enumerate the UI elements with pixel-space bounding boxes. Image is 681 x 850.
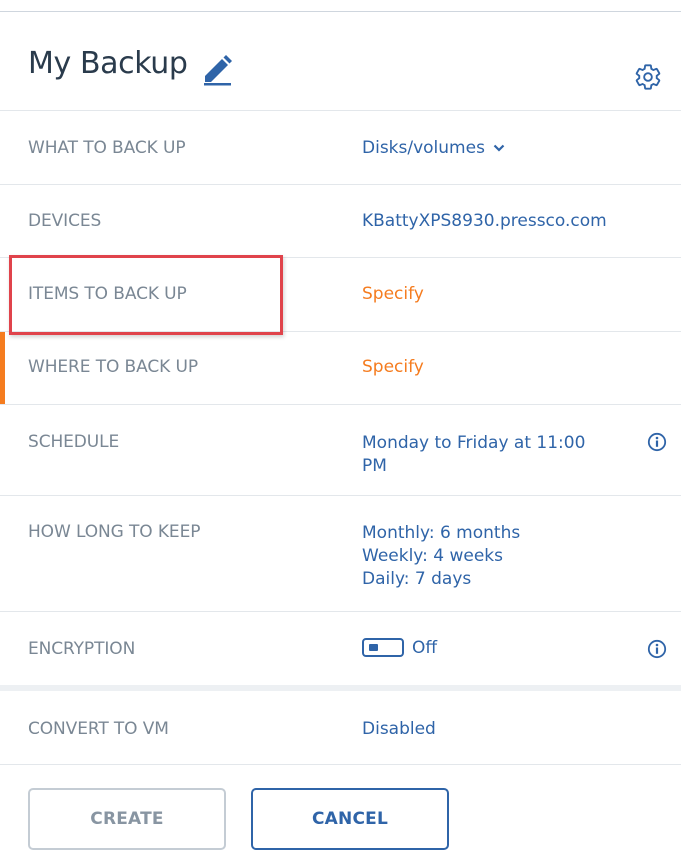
row-where-to-back-up: WHERE TO BACK UP Specify [0, 332, 681, 405]
row-schedule: SCHEDULE Monday to Friday at 11:00 PM [0, 405, 681, 496]
schedule-value-line1: Monday to Friday at 11:00 [362, 433, 586, 453]
row-encryption: ENCRYPTION Off [0, 612, 681, 685]
schedule-value-line2: PM [362, 456, 387, 476]
convert-to-vm-label: CONVERT TO VM [28, 719, 169, 739]
chevron-down-icon [493, 144, 505, 152]
plan-title: My Backup [28, 46, 188, 81]
what-to-back-up-value: Disks/volumes [362, 138, 485, 158]
how-long-to-keep-label: HOW LONG TO KEEP [28, 522, 201, 542]
row-what-to-back-up: WHAT TO BACK UP Disks/volumes [0, 111, 681, 185]
what-to-back-up-label: WHAT TO BACK UP [28, 138, 186, 158]
encryption-toggle-state: Off [412, 638, 438, 658]
row-convert-to-vm: CONVERT TO VM Disabled [0, 691, 681, 765]
row-devices: DEVICES KBattyXPS8930.pressco.com [0, 185, 681, 258]
retention-value[interactable]: Monthly: 6 months Weekly: 4 weeks Daily:… [362, 522, 520, 591]
cancel-button[interactable]: CANCEL [251, 788, 449, 850]
plan-header: My Backup [0, 12, 681, 111]
items-to-back-up-specify-link[interactable]: Specify [362, 283, 424, 306]
devices-value[interactable]: KBattyXPS8930.pressco.com [362, 210, 607, 233]
attention-accent-bar [0, 332, 5, 404]
schedule-label: SCHEDULE [28, 432, 120, 452]
where-to-back-up-specify-link[interactable]: Specify [362, 356, 424, 379]
highlight-box [9, 255, 283, 335]
gear-icon[interactable] [634, 63, 662, 91]
info-icon[interactable] [647, 432, 667, 452]
convert-to-vm-value[interactable]: Disabled [362, 718, 436, 741]
retention-monthly: Monthly: 6 months [362, 523, 521, 543]
toggle-switch [362, 638, 404, 657]
devices-label: DEVICES [28, 211, 102, 231]
where-to-back-up-label: WHERE TO BACK UP [28, 357, 198, 377]
pencil-icon[interactable] [201, 52, 235, 86]
what-to-back-up-dropdown[interactable]: Disks/volumes [362, 137, 505, 160]
schedule-value[interactable]: Monday to Friday at 11:00 PM [362, 432, 585, 478]
info-icon[interactable] [647, 639, 667, 659]
retention-daily: Daily: 7 days [362, 569, 472, 589]
encryption-label: ENCRYPTION [28, 639, 136, 659]
encryption-toggle[interactable]: Off [362, 637, 437, 660]
row-how-long-to-keep: HOW LONG TO KEEP Monthly: 6 months Weekl… [0, 496, 681, 612]
retention-weekly: Weekly: 4 weeks [362, 546, 503, 566]
create-button[interactable]: CREATE [28, 788, 226, 850]
